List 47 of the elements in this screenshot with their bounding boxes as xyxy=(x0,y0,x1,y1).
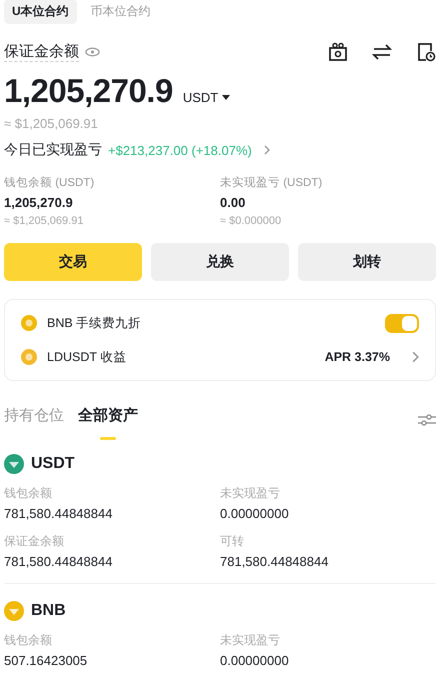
toggle-switch[interactable] xyxy=(385,314,419,332)
field-value: 781,580.44848844 xyxy=(4,506,114,521)
stat-value: 0.00 xyxy=(220,195,246,210)
field-label: 钱包余额 xyxy=(4,485,52,502)
pnl-value: +$213,237.00 (+18.07%) xyxy=(108,142,252,158)
eye-icon[interactable] xyxy=(85,47,100,57)
field-value: 781,580.44848844 xyxy=(4,554,114,569)
transfer-icon[interactable] xyxy=(372,42,392,62)
field-label: 未实现盈亏 xyxy=(220,485,280,502)
chevron-icon[interactable] xyxy=(264,145,270,155)
filter-icon[interactable] xyxy=(418,413,436,427)
option-label: BNB 手续费九折 xyxy=(47,314,142,332)
field-label: 未实现盈亏 xyxy=(220,632,280,649)
pnl-label: 今日已实现盈亏 xyxy=(4,141,102,159)
field-value: 0.00000000 xyxy=(220,506,290,521)
field-label: 可转 xyxy=(220,533,244,550)
stat-value: 1,205,270.9 xyxy=(4,195,74,210)
caret-icon xyxy=(222,95,230,100)
coin-icon xyxy=(4,454,24,474)
balance-label: 保证金余额 xyxy=(4,42,79,62)
gift-icon[interactable] xyxy=(328,42,348,62)
stat-approx: ≈ $1,205,069.91 xyxy=(4,215,84,227)
coin-icon xyxy=(21,315,37,331)
coin-icon xyxy=(21,349,37,365)
coin-icon xyxy=(4,601,24,621)
field-label: 保证金余额 xyxy=(4,533,64,550)
field-value: 507.16423005 xyxy=(4,653,88,668)
stat-approx: ≈ $0.000000 xyxy=(220,215,282,227)
unit-dropdown[interactable]: USDT xyxy=(182,90,230,105)
field-value: 0.00000000 xyxy=(220,653,290,668)
action-button[interactable]: 划转 xyxy=(298,243,436,281)
option-label: LDUSDT 收益 xyxy=(47,348,126,366)
balance-amount: 1,205,270.9 xyxy=(4,72,173,110)
apr-value: APR 3.37% xyxy=(324,350,390,364)
field-value: 781,580.44848844 xyxy=(220,554,330,569)
action-button[interactable]: 兑换 xyxy=(151,243,289,281)
stat-label: 钱包余额 (USDT) xyxy=(4,176,94,190)
history-icon[interactable] xyxy=(416,42,436,62)
asset-tab[interactable]: 全部资产 xyxy=(78,400,138,440)
field-label: 钱包余额 xyxy=(4,632,52,649)
coin-name: BNB xyxy=(31,602,66,620)
coin-name: USDT xyxy=(31,455,75,473)
action-button[interactable]: 交易 xyxy=(4,243,142,281)
contract-tab[interactable]: U本位合约 xyxy=(4,0,77,24)
approx-value: ≈ $1,205,069.91 xyxy=(4,116,99,131)
chevron-icon[interactable] xyxy=(412,351,419,363)
stat-label: 未实现盈亏 (USDT) xyxy=(220,175,322,190)
